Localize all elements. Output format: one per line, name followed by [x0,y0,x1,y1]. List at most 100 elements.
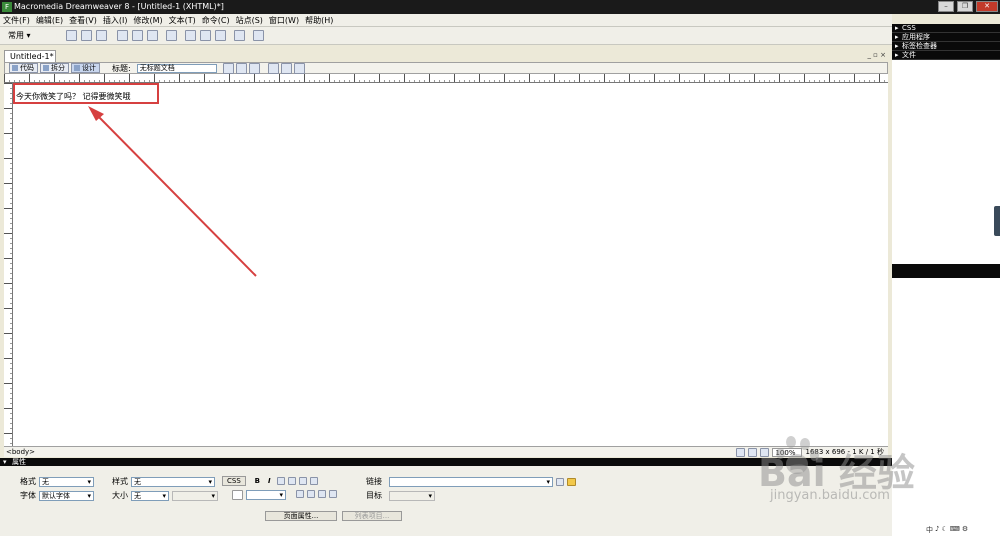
code-view-button[interactable]: 代码 [9,63,38,73]
preview-browser-icon[interactable] [248,62,260,74]
menu-text[interactable]: 文本(T) [169,15,196,26]
insert-bar: 常用 ▾ [0,27,892,45]
doc-title-label: 标题: [112,63,131,73]
hyperlink-icon[interactable] [66,30,77,41]
size-row: 大小 无 [112,490,218,501]
ordered-list-icon[interactable] [307,490,315,498]
point-to-file-icon[interactable] [556,477,564,486]
window-title: Macromedia Dreamweaver 8 - [Untitled-1 (… [14,2,224,11]
named-anchor-icon[interactable] [96,30,107,41]
text-color-picker[interactable] [232,490,243,500]
template-icon[interactable] [215,30,226,41]
style-row: 样式 无 [112,476,215,487]
refresh-icon[interactable] [267,62,279,74]
system-tray: 中 ♪ ☾ ⌨ ⚙ [926,525,968,535]
tag-selector-body[interactable]: <body> [6,447,35,457]
window-controls: – ❐ ✕ [938,1,998,12]
body-paragraph[interactable]: 今天你微笑了吗？ 记得要微笑哦 [16,91,131,102]
menu-modify[interactable]: 修改(M) [133,15,162,26]
browser-check-icon[interactable] [222,62,234,74]
menu-help[interactable]: 帮助(H) [305,15,333,26]
document-toolbar: 代码 拆分 设计 标题: 无标题文档 [4,62,888,74]
size-label: 大小 [112,491,128,500]
text-color-input[interactable] [246,490,286,500]
tab-untitled-1[interactable]: Untitled-1* [4,50,56,62]
link-row: 链接 [366,476,576,487]
hand-tool-icon[interactable] [748,447,758,457]
split-view-icon [43,65,49,71]
format-buttons: CSS B I [222,476,318,486]
align-center-icon[interactable] [287,477,296,485]
page-properties-button[interactable]: 页面属性... [265,511,337,521]
link-label: 链接 [366,477,382,486]
font-select[interactable]: 默认字体 [39,490,94,501]
menu-bar: 文件(F) 编辑(E) 查看(V) 插入(I) 修改(M) 文本(T) 命令(C… [0,14,1000,27]
format-row: 格式 无 [20,476,94,487]
layer-icon[interactable] [132,30,143,41]
image-icon[interactable] [147,30,158,41]
style-select[interactable]: 无 [131,476,215,487]
menu-view[interactable]: 查看(V) [69,15,97,26]
italic-button[interactable]: I [265,477,274,486]
indent-icon[interactable] [329,490,337,498]
split-view-button[interactable]: 拆分 [40,63,69,73]
panel-divider [892,264,1000,278]
tray-moon-icon[interactable]: ☾ [941,525,947,535]
file-management-icon[interactable] [235,62,247,74]
panel-application[interactable]: 应用程序 [892,33,1000,42]
visual-aids-icon[interactable] [293,62,305,74]
panel-files[interactable]: 文件 [892,51,1000,60]
unordered-list-icon[interactable] [296,490,304,498]
code-view-icon [12,65,18,71]
media-icon[interactable] [166,30,177,41]
document-window: Untitled-1* _ ▫ × 代码 拆分 设计 标题: 无标题文档 今天你… [0,45,892,458]
align-justify-icon[interactable] [309,477,318,485]
ime-indicator[interactable]: 中 [926,525,933,535]
panel-css[interactable]: CSS [892,24,1000,33]
menu-window[interactable]: 窗口(W) [269,15,299,26]
page-buttons: 页面属性... 列表项目... [265,511,402,521]
doc-title-input[interactable]: 无标题文档 [136,63,217,73]
email-link-icon[interactable] [81,30,92,41]
vertical-ruler [4,83,13,446]
menu-file[interactable]: 文件(F) [3,15,30,26]
select-tool-icon[interactable] [736,447,746,457]
bold-button[interactable]: B [253,477,262,486]
menu-site[interactable]: 站点(S) [236,15,263,26]
baidu-watermark: Bai 经验 jingyan.baidu.com [758,430,938,510]
panel-group-header [892,14,1000,24]
css-button[interactable]: CSS [222,476,246,486]
list-buttons [296,490,337,498]
minimize-button[interactable]: – [938,1,954,12]
panel-tag-inspector[interactable]: 标签检查器 [892,42,1000,51]
tray-settings-icon[interactable]: ⚙ [962,525,968,535]
design-canvas[interactable]: 今天你微笑了吗？ 记得要微笑哦 [13,83,888,446]
panel-collapse-handle[interactable] [994,206,1000,236]
design-view-button[interactable]: 设计 [71,63,100,73]
table-icon[interactable] [117,30,128,41]
document-window-controls[interactable]: _ ▫ × [867,51,886,59]
align-left-icon[interactable] [276,477,285,485]
font-row: 字体 默认字体 [20,490,94,501]
menu-commands[interactable]: 命令(C) [202,15,230,26]
view-options-icon[interactable] [280,62,292,74]
close-button[interactable]: ✕ [976,1,998,12]
date-icon[interactable] [185,30,196,41]
browse-folder-icon[interactable] [567,477,576,486]
size-select[interactable]: 无 [131,490,169,501]
link-input[interactable] [389,476,553,487]
tray-sound-icon[interactable]: ♪ [935,525,939,535]
restore-button[interactable]: ❐ [957,1,973,12]
tag-chooser-icon[interactable] [234,30,245,41]
menu-edit[interactable]: 编辑(E) [36,15,63,26]
color-row [232,490,286,500]
align-right-icon[interactable] [298,477,307,485]
insert-category-select[interactable]: 常用 ▾ [8,30,62,41]
comment-icon[interactable] [200,30,211,41]
outdent-icon[interactable] [318,490,326,498]
format-select[interactable]: 无 [39,476,94,487]
design-view-icon [74,65,80,71]
tray-keyboard-icon[interactable]: ⌨ [950,525,960,535]
snippet-icon[interactable] [253,30,264,41]
menu-insert[interactable]: 插入(I) [103,15,128,26]
